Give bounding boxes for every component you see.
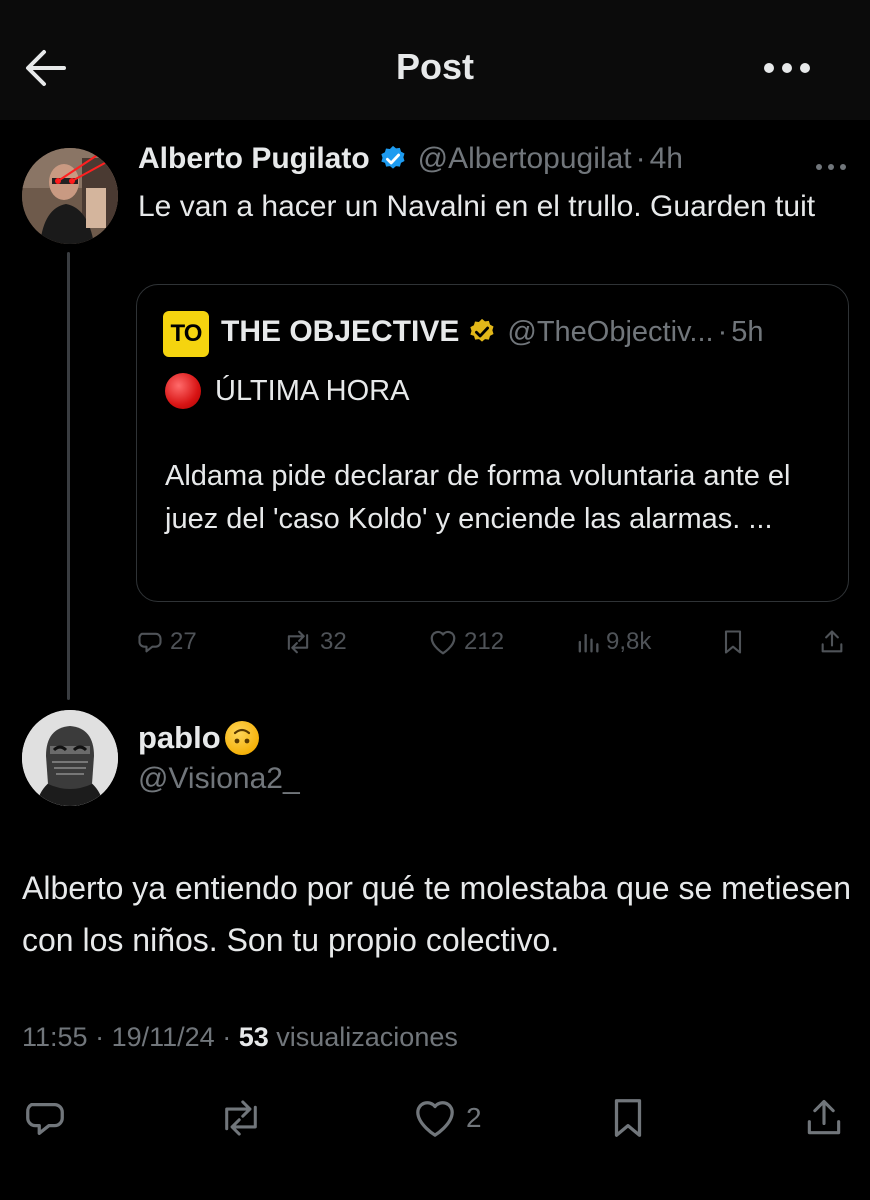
share-icon xyxy=(818,628,846,656)
bookmark-action[interactable] xyxy=(720,620,746,664)
reply-action[interactable]: 27 xyxy=(136,620,197,664)
quote-headline-row: ÚLTIMA HORA xyxy=(165,373,409,409)
quote-author-handle: @TheObjectiv... xyxy=(507,315,714,348)
page-title: Post xyxy=(395,46,474,87)
separator-dot: · xyxy=(717,315,728,348)
quote-headline: ÚLTIMA HORA xyxy=(215,375,410,407)
author-name[interactable]: Alberto Pugilato xyxy=(138,142,370,176)
upside-down-face-emoji-icon xyxy=(224,721,259,755)
bookmark-button[interactable] xyxy=(608,1090,648,1146)
reply-author-avatar[interactable] xyxy=(22,710,118,806)
top-bar: Post xyxy=(0,0,870,120)
tweet-action-bar: 27 32 212 9,8k xyxy=(136,620,848,664)
quote-time: 5h xyxy=(731,315,764,348)
post-time: 11:55 xyxy=(22,1022,88,1052)
reply-author-handle[interactable]: @Visiona2_ xyxy=(138,762,300,796)
like-count: 2 xyxy=(466,1102,482,1133)
reply-icon xyxy=(22,1095,68,1141)
quote-body: Aldama pide declarar de forma voluntaria… xyxy=(165,460,791,535)
separator-dot: · xyxy=(95,1022,112,1052)
separator-dot: · xyxy=(222,1022,239,1052)
tweet-time[interactable]: 4h xyxy=(650,142,683,176)
views-action[interactable]: 9,8k xyxy=(576,620,651,664)
reply-icon xyxy=(136,628,164,656)
author-handle[interactable]: @Albertopugilat xyxy=(418,142,632,176)
quote-author-name: THE OBJECTIVE xyxy=(221,315,460,348)
reply-author-header: pablo xyxy=(138,720,259,756)
verified-gold-badge-icon xyxy=(467,317,497,347)
tweet-more-icon[interactable] xyxy=(814,160,848,172)
repost-button[interactable] xyxy=(216,1090,266,1146)
repost-icon xyxy=(282,628,314,656)
repost-action[interactable]: 32 xyxy=(282,620,347,664)
heart-icon xyxy=(412,1097,458,1139)
repost-count: 32 xyxy=(320,628,347,655)
share-action[interactable] xyxy=(818,620,846,664)
author-header: Alberto Pugilato @Albertopugilat · 4h xyxy=(138,142,683,176)
quote-logo: TO xyxy=(163,311,209,357)
share-button[interactable] xyxy=(802,1090,846,1146)
tweet-text: Le van a hacer un Navalni en el trullo. … xyxy=(138,190,816,223)
post-action-bar: 2 xyxy=(22,1090,852,1146)
red-circle-emoji-icon xyxy=(165,373,201,409)
quote-header: THE OBJECTIVE @TheObjectiv... · 5h xyxy=(221,315,764,349)
views-count: 9,8k xyxy=(606,628,652,655)
views-number: 53 xyxy=(238,1022,269,1052)
post-date: 19/11/24 xyxy=(111,1022,215,1052)
verified-badge-icon xyxy=(378,144,408,174)
quoted-tweet-card[interactable]: TO THE OBJECTIVE @TheObjectiv... · 5h ÚL… xyxy=(136,284,849,602)
heart-icon xyxy=(428,628,458,656)
reply-count: 27 xyxy=(170,628,197,655)
more-options-icon[interactable] xyxy=(762,58,812,78)
repost-icon xyxy=(216,1095,266,1141)
reply-button[interactable] xyxy=(22,1090,68,1146)
bookmark-icon xyxy=(608,1095,648,1141)
views-label: visualizaciones xyxy=(276,1022,458,1052)
like-button[interactable]: 2 xyxy=(412,1090,482,1146)
reply-author-name[interactable]: pablo xyxy=(138,720,221,756)
like-count: 212 xyxy=(464,628,505,655)
like-action[interactable]: 212 xyxy=(428,620,504,664)
post-metadata: 11:55 · 19/11/24 · 53 visualizaciones xyxy=(22,1022,458,1053)
thread-connector-line xyxy=(67,252,70,700)
reply-text: Alberto ya entiendo por qué te molestaba… xyxy=(22,870,851,958)
views-chart-icon xyxy=(576,628,600,656)
separator-dot: · xyxy=(635,142,646,175)
share-icon xyxy=(802,1095,846,1141)
bookmark-icon xyxy=(720,628,746,656)
author-avatar[interactable] xyxy=(22,148,118,244)
